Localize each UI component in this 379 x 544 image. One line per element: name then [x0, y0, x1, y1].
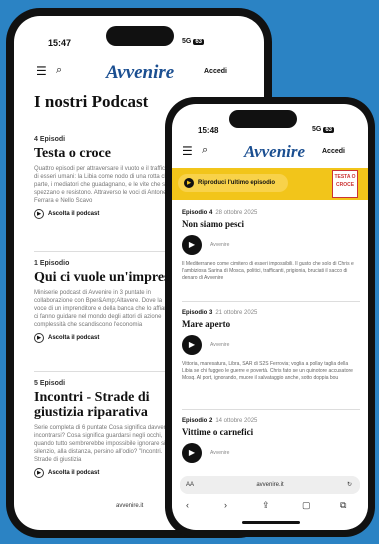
episode-player: ▶ Avvenire	[182, 335, 360, 355]
play-icon[interactable]: ▶	[182, 235, 202, 255]
episode-number: Episodio 2	[182, 418, 213, 424]
battery-icon: 63	[193, 39, 205, 45]
episode-item[interactable]: Episodio 2 14 ottobre 2025 Vittime o carn…	[182, 418, 360, 463]
listen-label: Ascolta il podcast	[48, 470, 100, 476]
play-icon[interactable]: ▶	[182, 443, 202, 463]
episode-number: Episodio 3	[182, 310, 213, 316]
podcast-description: Quattro episodi per attraversare il vuot…	[34, 166, 173, 204]
episode-title[interactable]: Vittime o carnefici	[182, 427, 360, 437]
safari-toolbar: ‹ › ⇪ ▢ ⧉	[172, 498, 368, 516]
tabs-icon[interactable]: ⧉	[340, 500, 346, 511]
login-button[interactable]: Accedi	[322, 148, 345, 155]
podcast-description: Serie completa di 6 puntate Cosa signifi…	[34, 425, 170, 463]
podcast-label: Avvenire	[210, 342, 230, 348]
signal-label: 5G	[312, 126, 322, 133]
episode-number: Episodio 4	[182, 210, 213, 216]
search-icon[interactable]: ⌕	[202, 144, 208, 157]
front-phone: 15:48 5G 63 ☰ ⌕ Avvenire Accedi ▶ Riproduc…	[165, 97, 375, 537]
podcast-title[interactable]: Incontri - Strade di giustizia riparativ…	[34, 390, 184, 420]
podcast-banner: ▶ Riproduci l'ultimo episodio TESTA O CRO…	[172, 168, 368, 200]
menu-icon[interactable]: ☰	[182, 144, 193, 158]
podcast-label: Avvenire	[210, 242, 230, 248]
avvenire-logo[interactable]: Avvenire	[106, 62, 174, 84]
site-header: ☰ ⌕ Avvenire Accedi	[6, 62, 272, 84]
menu-icon[interactable]: ☰	[36, 64, 47, 78]
episode-title[interactable]: Non siamo pesci	[182, 219, 360, 229]
status-time: 15:47	[48, 38, 72, 48]
reload-icon[interactable]: ↻	[347, 476, 352, 494]
signal-indicator: 5G 63	[182, 38, 205, 45]
divider	[182, 409, 360, 410]
episode-meta: Episodio 4 28 ottobre 2025	[182, 210, 360, 216]
play-latest-episode-button[interactable]: ▶ Riproduci l'ultimo episodio	[178, 174, 288, 192]
episode-description: Vittoria, maresatura, Libra, SAR di S2S …	[182, 361, 353, 381]
url-text[interactable]: avvenire.it	[256, 482, 283, 488]
episode-date: 14 ottobre 2025	[215, 418, 258, 424]
episode-item[interactable]: Episodio 3 21 ottobre 2025 Mare aperto ▶ A…	[182, 310, 360, 382]
page-title: I nostri Podcast	[34, 92, 149, 111]
play-icon: ▶	[34, 209, 44, 219]
play-icon: ▶	[34, 468, 44, 478]
episode-item[interactable]: Episodio 4 28 ottobre 2025 Non siamo pesc…	[182, 210, 360, 282]
play-icon[interactable]: ▶	[182, 335, 202, 355]
bookmarks-icon[interactable]: ▢	[302, 500, 311, 511]
home-indicator	[242, 521, 300, 524]
episode-date: 21 ottobre 2025	[215, 310, 258, 316]
play-icon: ▶	[184, 178, 194, 188]
text-size-button[interactable]: AA	[186, 476, 194, 494]
login-button[interactable]: Accedi	[204, 68, 227, 75]
episode-meta: Episodio 3 21 ottobre 2025	[182, 310, 360, 316]
episode-description: Il Mediterraneo come cimitero di esseri …	[182, 261, 354, 281]
avvenire-logo[interactable]: Avvenire	[244, 142, 305, 162]
dynamic-island	[229, 110, 297, 128]
divider	[182, 301, 360, 302]
back-icon[interactable]: ‹	[186, 500, 189, 510]
safari-url-bar[interactable]: AA avvenire.it ↻	[180, 476, 360, 494]
signal-label: 5G	[182, 38, 192, 45]
podcast-cover[interactable]: TESTA O CROCE	[332, 170, 358, 198]
play-latest-label: Riproduci l'ultimo episodio	[198, 180, 276, 186]
episode-player: ▶ Avvenire	[182, 235, 360, 255]
episode-player: ▶ Avvenire	[182, 443, 360, 463]
signal-indicator: 5G 63	[312, 126, 335, 133]
episode-meta: Episodio 2 14 ottobre 2025	[182, 418, 360, 424]
dynamic-island	[106, 26, 174, 46]
share-icon[interactable]: ⇪	[262, 500, 270, 511]
site-header: ☰ ⌕ Avvenire Accedi	[172, 142, 368, 164]
play-icon: ▶	[34, 333, 44, 343]
forward-icon[interactable]: ›	[224, 500, 227, 510]
episode-date: 28 ottobre 2025	[215, 210, 258, 216]
url-label[interactable]: avvenire.it	[116, 503, 143, 509]
podcast-description: Miniserie podcast di Avvenire in 3 punta…	[34, 290, 174, 328]
status-time: 15:48	[198, 126, 219, 135]
battery-icon: 63	[323, 127, 335, 133]
front-phone-screen: 15:48 5G 63 ☰ ⌕ Avvenire Accedi ▶ Riproduc…	[172, 104, 368, 530]
episode-title[interactable]: Mare aperto	[182, 319, 360, 329]
listen-label: Ascolta il podcast	[48, 335, 100, 341]
podcast-label: Avvenire	[210, 450, 230, 456]
listen-label: Ascolta il podcast	[48, 211, 100, 217]
search-icon[interactable]: ⌕	[56, 64, 62, 77]
